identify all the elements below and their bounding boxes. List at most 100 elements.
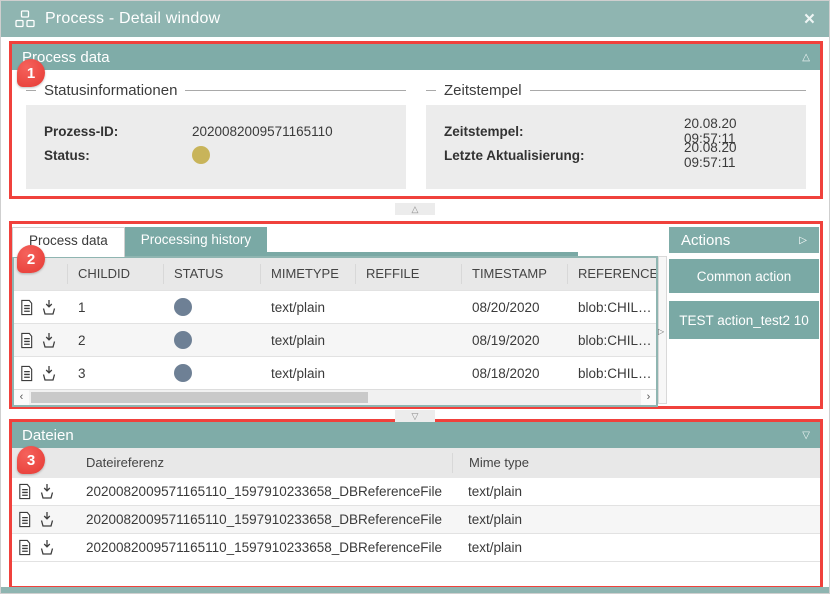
- download-icon[interactable]: [39, 483, 55, 500]
- document-icon[interactable]: [17, 511, 32, 528]
- scroll-right-icon[interactable]: ›: [641, 390, 656, 405]
- file-reference-cell: 2020082009571165110_1597910233658_DBRefe…: [70, 484, 452, 499]
- document-icon[interactable]: [19, 299, 34, 316]
- child-table-header: CHILDID STATUS MIMETYPE REFFILE TIMESTAM…: [14, 258, 656, 290]
- letzte-aktualisierung-value: 20.08.20 09:57:11: [684, 140, 788, 170]
- scroll-left-icon[interactable]: ‹: [14, 390, 29, 405]
- file-reference-cell: 2020082009571165110_1597910233658_DBRefe…: [70, 540, 452, 555]
- status-indicator-slate: [174, 364, 192, 382]
- prozess-id-label: Prozess-ID:: [44, 124, 192, 139]
- field-row: Letzte Aktualisierung: 20.08.20 09:57:11: [444, 140, 788, 170]
- download-icon[interactable]: [41, 332, 57, 349]
- tab-processing-history[interactable]: Processing history: [125, 227, 267, 252]
- status-label: Status:: [44, 148, 192, 163]
- annotation-box-3: Dateien ▽ Dateireferenz Mime type: [9, 419, 823, 589]
- table-row[interactable]: 3 text/plain 08/18/2020 blob:CHILD...: [14, 356, 656, 389]
- process-data-content: Statusinformationen Prozess-ID: 20200820…: [12, 70, 820, 201]
- actions-header[interactable]: Actions ▷: [669, 227, 819, 253]
- childid-cell: 1: [68, 300, 164, 315]
- collapse-down-icon[interactable]: ▽: [802, 430, 810, 441]
- annotation-box-2: Process data Processing history CHILDID …: [9, 221, 823, 409]
- files-section-header[interactable]: Dateien ▽: [12, 422, 820, 448]
- actions-panel: Actions ▷ Common action TEST action_test…: [669, 227, 819, 339]
- timestamp-cell: 08/18/2020: [462, 366, 568, 381]
- zeitstempel-label: Zeitstempel:: [444, 124, 684, 139]
- row-actions-cell: [14, 332, 68, 349]
- table-row[interactable]: 2 text/plain 08/19/2020 blob:CHILD...: [14, 323, 656, 356]
- test-action-button[interactable]: TEST action_test2 10: [669, 301, 819, 339]
- titlebar: Process - Detail window ×: [1, 1, 829, 37]
- column-header-status[interactable]: STATUS: [164, 264, 261, 284]
- letzte-aktualisierung-label: Letzte Aktualisierung:: [444, 148, 684, 163]
- column-header-mimetype[interactable]: Mime type: [452, 453, 820, 473]
- tab-processing-history-label: Processing history: [141, 232, 251, 247]
- download-icon[interactable]: [39, 511, 55, 528]
- mimetype-cell: text/plain: [261, 300, 356, 315]
- process-data-section-header[interactable]: Process data △: [12, 44, 820, 70]
- annotation-box-1: Process data △ Statusinformationen Proze…: [9, 41, 823, 199]
- childid-cell: 2: [68, 333, 164, 348]
- window-bottom-border: [1, 587, 829, 593]
- timestamp-cell: 08/19/2020: [462, 333, 568, 348]
- actions-panel-expander[interactable]: ▷: [658, 256, 667, 404]
- column-header-reffile[interactable]: REFFILE: [356, 264, 462, 284]
- annotation-badge-3: 3: [17, 446, 45, 474]
- column-header-reference[interactable]: REFERENCE: [568, 264, 656, 284]
- download-icon[interactable]: [39, 539, 55, 556]
- timestamp-cell: 08/20/2020: [462, 300, 568, 315]
- status-info-body: Prozess-ID: 2020082009571165110 Status:: [26, 105, 406, 189]
- collapse-up-icon[interactable]: △: [802, 52, 810, 63]
- file-mime-cell: text/plain: [452, 512, 820, 527]
- scrollbar-track[interactable]: [29, 390, 641, 405]
- legend-line: [530, 90, 806, 91]
- splitter-collapse-handle[interactable]: △: [395, 203, 435, 215]
- common-action-label: Common action: [697, 269, 792, 284]
- close-icon[interactable]: ×: [804, 10, 815, 29]
- status-indicator-slate: [174, 331, 192, 349]
- column-header-timestamp[interactable]: TIMESTAMP: [462, 264, 568, 284]
- download-icon[interactable]: [41, 365, 57, 382]
- row-actions-cell: [12, 539, 70, 556]
- mimetype-cell: text/plain: [261, 333, 356, 348]
- column-header-mimetype[interactable]: MIMETYPE: [261, 264, 356, 284]
- column-header-dateireferenz[interactable]: Dateireferenz: [70, 453, 452, 473]
- document-icon[interactable]: [19, 365, 34, 382]
- status-indicator-gold: [192, 146, 210, 164]
- splitter-bottom: ▽: [1, 410, 829, 422]
- document-icon[interactable]: [19, 332, 34, 349]
- document-icon[interactable]: [17, 483, 32, 500]
- timestamp-body: Zeitstempel: 20.08.20 09:57:11 Letzte Ak…: [426, 105, 806, 189]
- table-row[interactable]: 1 text/plain 08/20/2020 blob:CHILD...: [14, 290, 656, 323]
- splitter-top: △: [1, 203, 829, 215]
- file-row[interactable]: 2020082009571165110_1597910233658_DBRefe…: [12, 534, 820, 562]
- field-row: Prozess-ID: 2020082009571165110: [44, 124, 388, 139]
- mimetype-cell: text/plain: [261, 366, 356, 381]
- legend-line: [426, 90, 436, 91]
- file-row[interactable]: 2020082009571165110_1597910233658_DBRefe…: [12, 478, 820, 506]
- reference-cell: blob:CHILD...: [568, 300, 656, 315]
- status-indicator-slate: [174, 298, 192, 316]
- column-header-childid[interactable]: CHILDID: [68, 264, 164, 284]
- prozess-id-value: 2020082009571165110: [192, 124, 388, 139]
- splitter-collapse-handle[interactable]: ▽: [395, 410, 435, 422]
- test-action-label: TEST action_test2 10: [679, 313, 809, 328]
- child-process-table: CHILDID STATUS MIMETYPE REFFILE TIMESTAM…: [12, 256, 658, 407]
- row-actions-cell: [12, 483, 70, 500]
- file-mime-cell: text/plain: [452, 484, 820, 499]
- process-detail-window: Process - Detail window × Process data △…: [0, 0, 830, 594]
- expand-right-icon[interactable]: ▷: [799, 235, 807, 246]
- scrollbar-thumb[interactable]: [31, 392, 368, 403]
- download-icon[interactable]: [41, 299, 57, 316]
- actions-title: Actions: [681, 232, 730, 249]
- timestamp-legend-row: Zeitstempel: [426, 82, 806, 99]
- document-icon[interactable]: [17, 539, 32, 556]
- reference-cell: blob:CHILD...: [568, 366, 656, 381]
- timestamp-group: Zeitstempel Zeitstempel: 20.08.20 09:57:…: [426, 82, 806, 189]
- tab-process-data-label: Process data: [29, 233, 108, 248]
- status-info-legend-row: Statusinformationen: [26, 82, 406, 99]
- common-action-button[interactable]: Common action: [669, 259, 819, 293]
- expand-right-icon: ▷: [658, 327, 664, 336]
- row-actions-cell: [14, 365, 68, 382]
- files-table-header: Dateireferenz Mime type: [12, 448, 820, 478]
- file-row[interactable]: 2020082009571165110_1597910233658_DBRefe…: [12, 506, 820, 534]
